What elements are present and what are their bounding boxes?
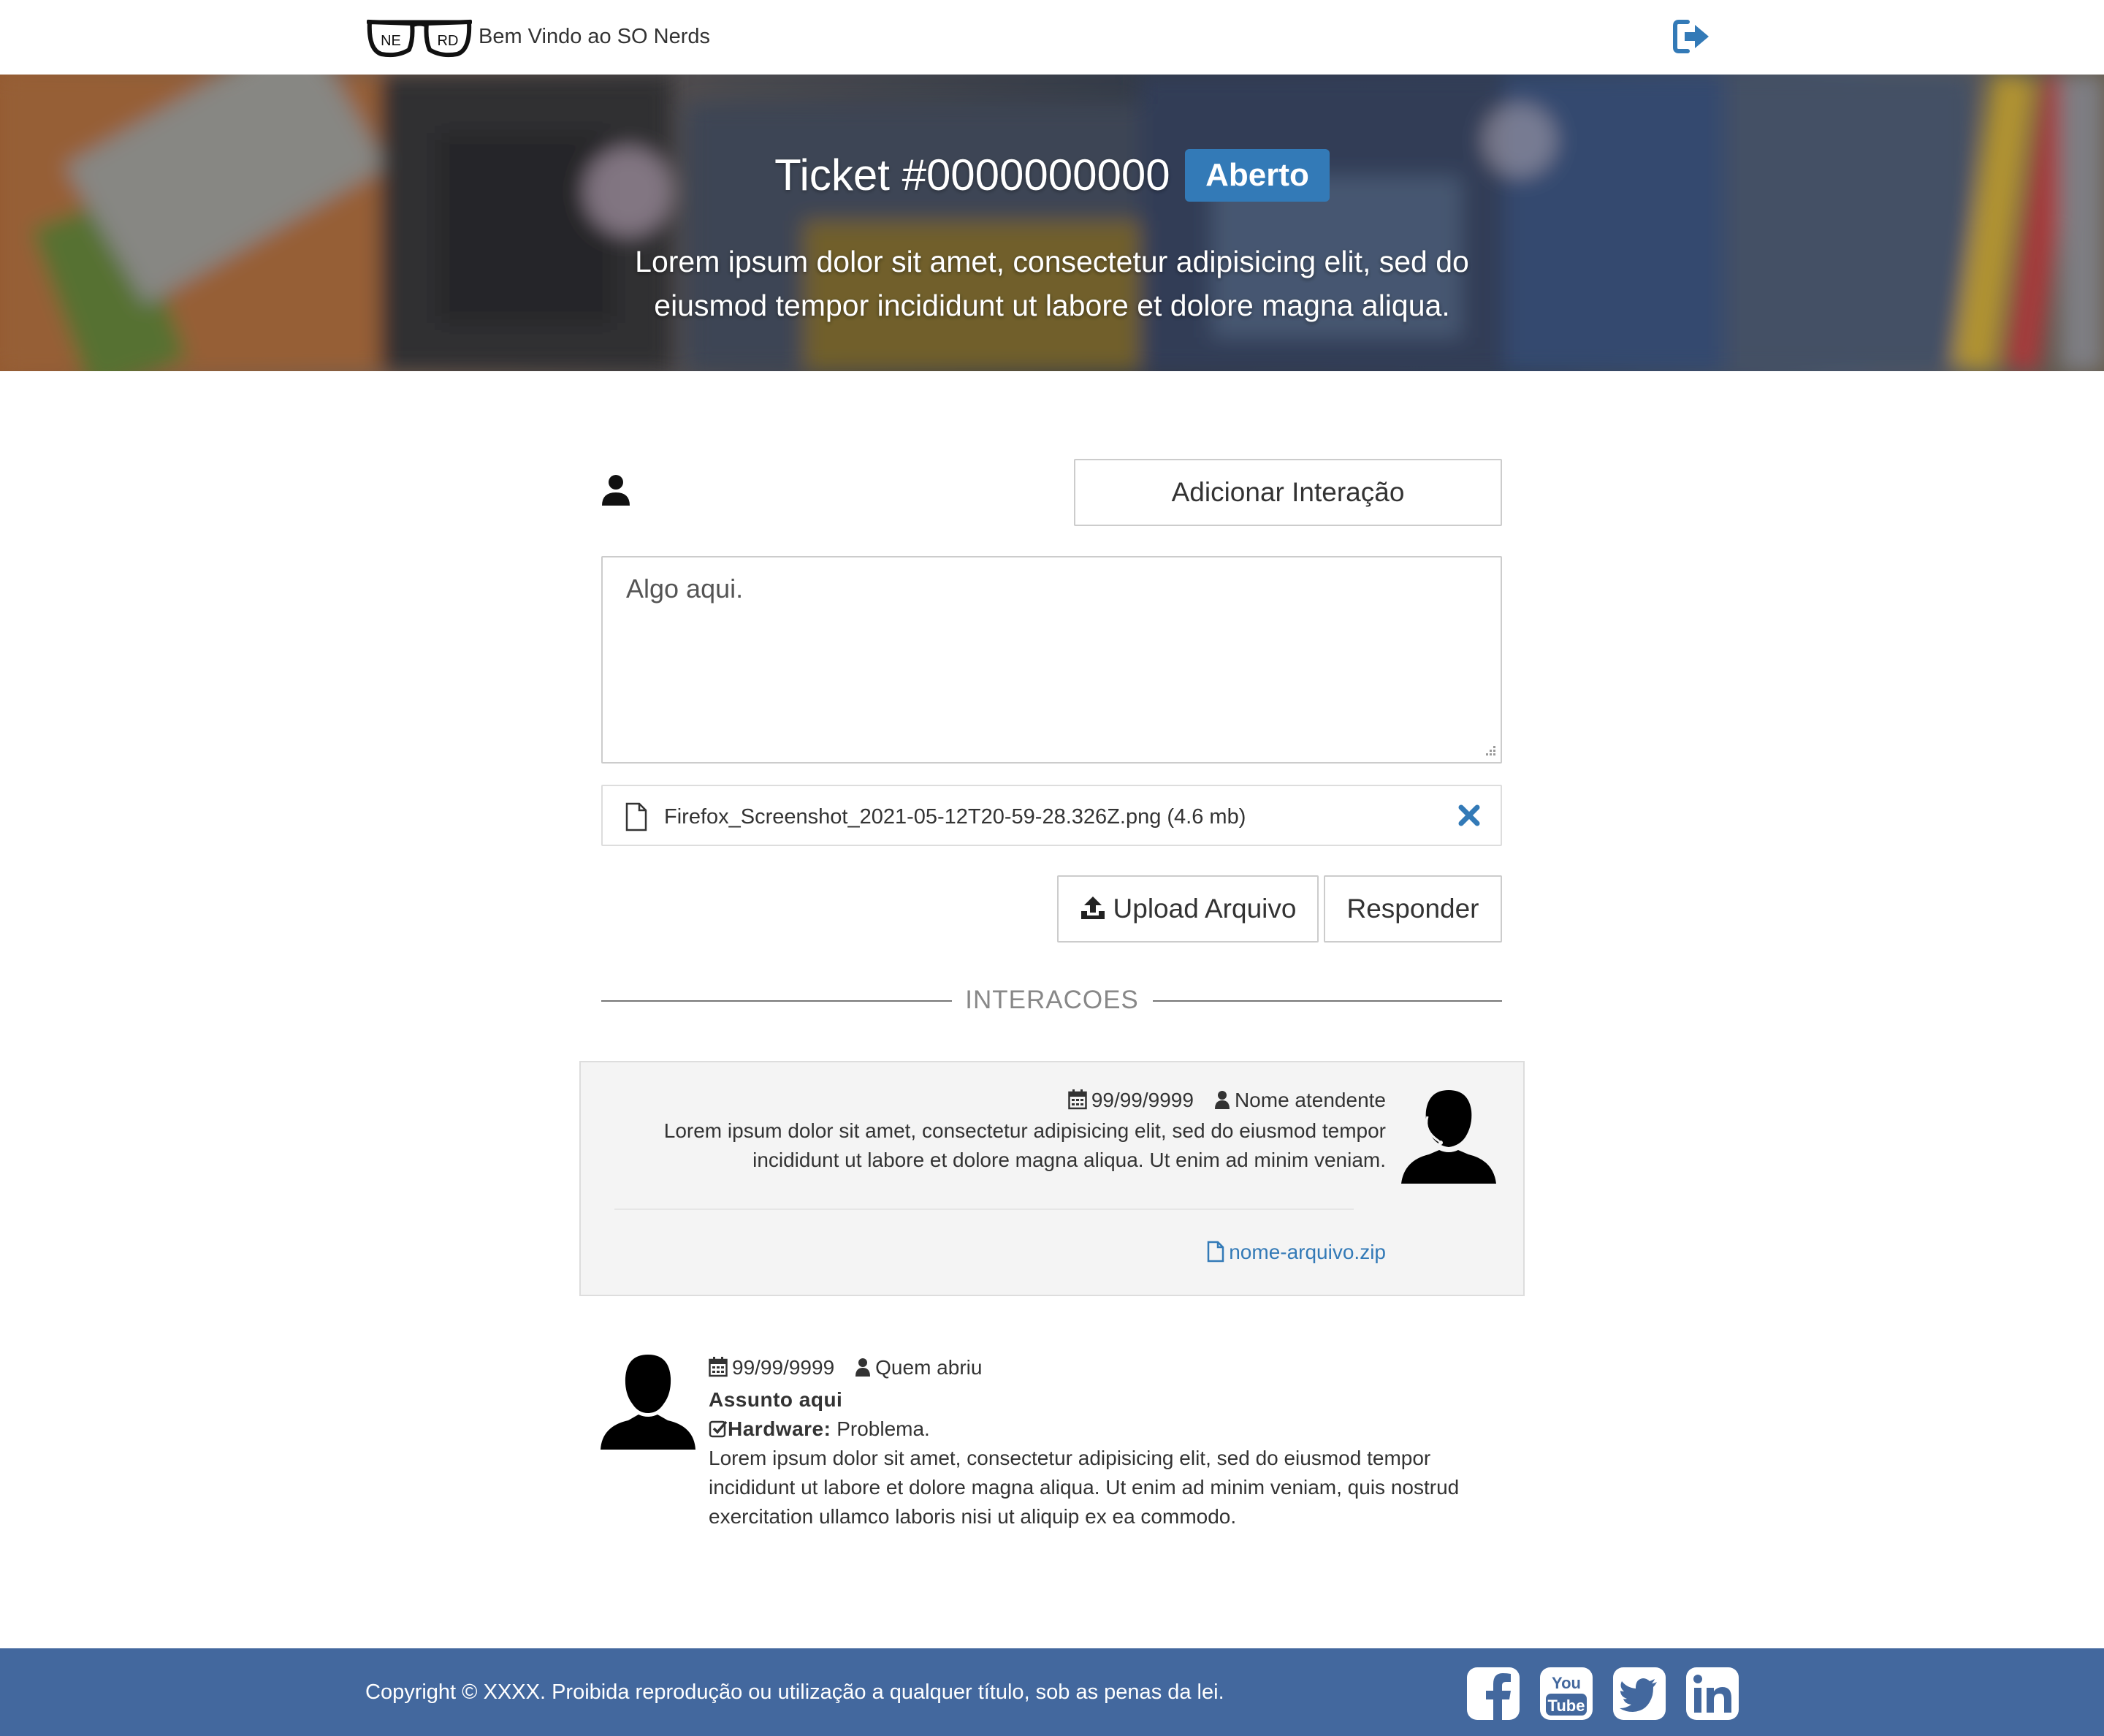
interaction-author: Quem abriu <box>875 1356 983 1379</box>
upload-file-label: Upload Arquivo <box>1113 894 1297 924</box>
interaction-meta: 99/99/9999 Nome atendente <box>1068 1086 1386 1115</box>
message-textarea[interactable]: Algo aqui. <box>601 556 1502 764</box>
footer: Copyright © XXXX. Proibida reprodução ou… <box>0 1648 2104 1736</box>
interaction-message: Lorem ipsum dolor sit amet, consectetur … <box>709 1447 1460 1528</box>
agent-avatar <box>1401 1090 1496 1184</box>
logo-letters-right: RD <box>438 33 459 49</box>
check-square-icon <box>709 1420 728 1437</box>
divider-line-right <box>1153 1000 1502 1002</box>
file-icon <box>625 802 647 831</box>
youtube-text-bottom: Tube <box>1548 1697 1585 1715</box>
user-avatar <box>601 1355 695 1450</box>
twitter-icon[interactable] <box>1612 1666 1667 1721</box>
ticket-category: Hardware: Problema. <box>709 1415 930 1444</box>
linkedin-icon[interactable] <box>1685 1666 1740 1721</box>
interaction-meta: 99/99/9999 Quem abriu <box>709 1353 982 1382</box>
calendar-icon <box>1068 1089 1087 1109</box>
nerd-glasses-logo[interactable]: NE RD <box>365 18 473 58</box>
ticket-subject: Assunto aqui <box>709 1388 843 1411</box>
attachment-link[interactable]: nome-arquivo.zip <box>1207 1238 1386 1267</box>
card-divider <box>614 1208 1354 1210</box>
youtube-text-top: You <box>1552 1674 1581 1692</box>
interaction-card-agent: 99/99/9999 Nome atendente Lorem ipsum do… <box>579 1061 1525 1296</box>
facebook-icon[interactable] <box>1465 1666 1521 1721</box>
category-value: Problema. <box>836 1417 930 1440</box>
navbar: NE RD Bem Vindo ao SO Nerds <box>0 0 2104 75</box>
add-interaction-button[interactable]: Adicionar Interação <box>1074 459 1502 526</box>
respond-button[interactable]: Responder <box>1324 875 1502 943</box>
resize-grip-icon[interactable] <box>1483 745 1496 758</box>
sign-out-icon[interactable] <box>1673 19 1711 54</box>
interaction-date: 99/99/9999 <box>1091 1089 1194 1111</box>
interaction-message: Lorem ipsum dolor sit amet, consectetur … <box>663 1119 1386 1171</box>
file-icon <box>1207 1241 1224 1262</box>
hero-banner: Ticket #0000000000 Aberto Lorem ipsum do… <box>0 75 2104 371</box>
divider-line-left <box>601 1000 952 1002</box>
attachment-file-name: Firefox_Screenshot_2021-05-12T20-59-28.3… <box>664 805 1246 829</box>
interactions-section-title: INTERACOES <box>965 986 1139 1014</box>
close-icon[interactable] <box>1457 802 1482 829</box>
user-icon <box>855 1358 871 1377</box>
interaction-date: 99/99/9999 <box>732 1356 835 1379</box>
ticket-description: Lorem ipsum dolor sit amet, consectetur … <box>635 245 1469 322</box>
message-text: Algo aqui. <box>626 574 744 604</box>
category-label: Hardware: <box>728 1417 831 1440</box>
upload-file-button[interactable]: Upload Arquivo <box>1057 875 1319 943</box>
upload-icon <box>1080 896 1105 920</box>
attachment-link-text: nome-arquivo.zip <box>1229 1241 1386 1263</box>
calendar-icon <box>709 1356 728 1377</box>
copyright-text: Copyright © XXXX. Proibida reprodução ou… <box>365 1680 1224 1704</box>
interaction-author: Nome atendente <box>1234 1089 1386 1111</box>
youtube-icon[interactable]: You Tube <box>1539 1666 1594 1721</box>
attachment-row: Firefox_Screenshot_2021-05-12T20-59-28.3… <box>601 785 1502 846</box>
logo-letters-left: NE <box>381 33 401 49</box>
user-icon <box>1214 1090 1230 1109</box>
ticket-title: Ticket #0000000000 <box>774 151 1170 199</box>
user-icon <box>602 475 630 506</box>
welcome-text: Bem Vindo ao SO Nerds <box>479 25 711 48</box>
status-badge: Aberto <box>1185 149 1330 202</box>
